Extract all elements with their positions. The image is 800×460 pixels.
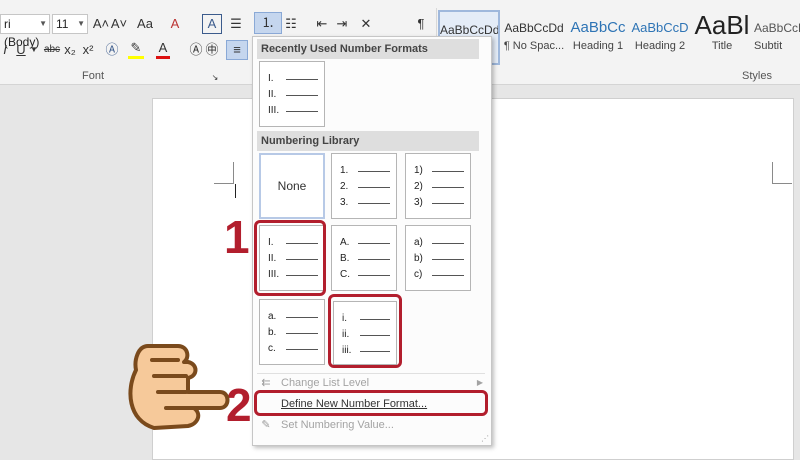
chevron-down-icon[interactable]: ▼ (77, 15, 85, 33)
set-numbering-value-label: Set Numbering Value... (281, 419, 394, 431)
format-alpha-lower-period[interactable]: a. b. c. (259, 299, 325, 365)
highlight-roman-lower (328, 294, 402, 368)
style-title[interactable]: AaBl Title (692, 10, 752, 65)
font-group-label: Font (82, 70, 105, 82)
font-name-combo[interactable]: ri (Body) ▼ (0, 14, 50, 49)
pointing-hand-icon (128, 344, 230, 430)
chevron-down-icon[interactable]: ▼ (30, 40, 38, 60)
style-heading-1[interactable]: AaBbCc Heading 1 (568, 10, 628, 65)
text-effects-icon[interactable]: Ⓐ (104, 40, 120, 60)
style-name: Title (711, 40, 733, 52)
change-case-button[interactable]: Aa (132, 14, 158, 34)
none-label: None (277, 179, 307, 193)
list-line: 2. (340, 180, 390, 194)
style-preview: AaBbCc (570, 19, 626, 36)
underline-button[interactable]: U (14, 40, 28, 60)
style-preview: AaBbCcD (631, 20, 689, 35)
style-preview: AaBbCcD (754, 21, 800, 35)
increase-indent-icon[interactable]: ⇥ (334, 14, 350, 34)
style-name: Heading 1 (572, 40, 624, 52)
list-line: 3. (340, 196, 390, 210)
list-line: I. (268, 72, 318, 86)
decrease-indent-icon[interactable]: ⇤ (314, 14, 330, 34)
list-line: 2) (414, 180, 464, 194)
subscript-button[interactable]: x₂ (62, 40, 78, 60)
list-line: B. (340, 252, 390, 266)
format-alpha-upper[interactable]: A. B. C. (331, 225, 397, 291)
align-left-button[interactable]: ≡ (226, 40, 248, 60)
style-preview: AaBl (694, 10, 750, 40)
show-marks-icon[interactable]: ¶ (414, 14, 428, 34)
style-preview: AaBbCcDd (504, 21, 564, 35)
list-line: b. (268, 326, 318, 340)
recent-formats-header: Recently Used Number Formats (257, 39, 479, 59)
list-line: a. (268, 310, 318, 324)
highlight-roman-upper (254, 220, 326, 296)
sort-icon[interactable]: ✕ (356, 14, 376, 34)
format-arabic-paren[interactable]: 1) 2) 3) (405, 153, 471, 219)
crop-mark (772, 162, 773, 184)
highlight-define-new (254, 390, 488, 416)
format-alpha-lower-paren[interactable]: a) b) c) (405, 225, 471, 291)
style-no-spacing[interactable]: AaBbCcDd ¶ No Spac... (502, 10, 566, 65)
chevron-down-icon[interactable]: ▼ (39, 15, 47, 33)
numbering-library-header: Numbering Library (257, 131, 479, 151)
text-effects-button[interactable]: A (202, 14, 222, 34)
multilevel-list-icon[interactable]: ☷ (282, 14, 300, 34)
text-cursor (235, 184, 236, 198)
list-line: b) (414, 252, 464, 266)
highlight-icon[interactable]: ✎ (128, 40, 144, 59)
font-size-value: 11 (56, 17, 69, 31)
enclose-characters-icon[interactable]: ㊥ (204, 40, 220, 60)
list-line: c) (414, 268, 464, 282)
style-name: ¶ No Spac... (503, 40, 565, 52)
recent-format-roman-upper[interactable]: I. II. III. (259, 61, 325, 127)
list-line: II. (268, 88, 318, 102)
numbering-button[interactable]: ⒈ (254, 12, 282, 34)
italic-button[interactable]: I (0, 40, 10, 60)
superscript-button[interactable]: x² (80, 40, 96, 60)
numbering-value-icon: ✎ (261, 419, 271, 431)
list-line: III. (268, 104, 318, 118)
font-size-combo[interactable]: 11 ▼ (52, 14, 88, 34)
list-line: 3) (414, 196, 464, 210)
list-line: a) (414, 236, 464, 250)
list-line: C. (340, 268, 390, 282)
dialog-launcher-icon[interactable]: ↘ (210, 68, 220, 88)
style-name: Subtit (754, 40, 783, 52)
list-level-icon: ⇇ (261, 377, 271, 389)
list-line: c. (268, 342, 318, 356)
crop-mark (214, 183, 234, 184)
list-line: 1) (414, 164, 464, 178)
font-color-button[interactable]: A (156, 40, 170, 59)
strikethrough-button[interactable]: abc (42, 40, 62, 60)
style-subtitle[interactable]: AaBbCcD Subtit (754, 10, 800, 65)
crop-mark (772, 183, 792, 184)
format-arabic-period[interactable]: 1. 2. 3. (331, 153, 397, 219)
format-none[interactable]: None (259, 153, 325, 219)
shrink-font-button[interactable]: A˅ (110, 14, 128, 34)
crop-mark (233, 162, 234, 184)
style-heading-2[interactable]: AaBbCcD Heading 2 (630, 10, 690, 65)
styles-group-label: Styles (742, 70, 772, 82)
clear-formatting-button[interactable]: A (166, 14, 184, 34)
resize-grip-icon[interactable]: ⋰ (481, 434, 489, 443)
character-border-icon[interactable]: Ⓐ (188, 40, 204, 60)
list-line: A. (340, 236, 390, 250)
bullets-icon[interactable]: ☰ (228, 14, 244, 34)
list-line: 1. (340, 164, 390, 178)
style-name: Heading 2 (634, 40, 686, 52)
grow-font-button[interactable]: A˄ (92, 14, 110, 34)
step-1-label: 1 (224, 211, 250, 263)
set-numbering-value-item[interactable]: ✎ Set Numbering Value... (253, 415, 489, 435)
